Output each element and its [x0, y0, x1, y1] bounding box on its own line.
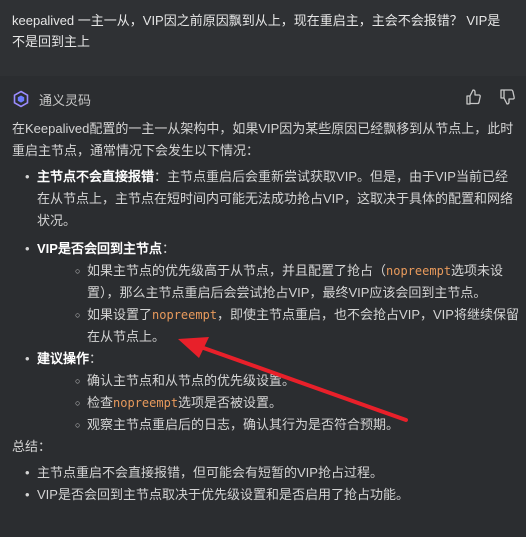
- sub-text: 选项是否被设置。: [178, 395, 283, 410]
- point-title: 建议操作: [37, 351, 90, 366]
- point-sep: ：: [89, 351, 103, 366]
- answer-intro: 在Keepalived配置的一主一从架构中，如果VIP因为某些原因已经飘移到从节…: [12, 121, 514, 158]
- point-master-no-error: 主节点不会直接报错：主节点重启后会重新尝试获取VIP。但是，由于VIP当前已经在…: [12, 166, 520, 232]
- point-title: 主节点不会直接报错: [37, 169, 155, 184]
- sub-point-check-priority: 确认主节点和从节点的优先级设置。: [37, 370, 520, 392]
- sub-text: 检查: [87, 395, 114, 410]
- code-nopreempt: nopreempt: [386, 264, 452, 278]
- sub-text: 如果设置了: [87, 307, 153, 322]
- point-vip-return: VIP是否会回到主节点： 如果主节点的优先级高于从节点，并且配置了抢占（nopr…: [12, 238, 520, 348]
- assistant-answer: 通义灵码 在Keepalived配置的一主一从架构中，如果VIP因为某些原因已经…: [0, 84, 526, 537]
- tongyi-logo-icon: [12, 90, 30, 108]
- thumbs-down-icon[interactable]: [498, 88, 516, 106]
- feedback-actions: [464, 88, 516, 106]
- summary-item: 主节点重启不会直接报错，但可能会有短暂的VIP抢占过程。: [12, 462, 520, 484]
- point-sep: ：: [154, 169, 168, 184]
- point-suggestions: 建议操作： 确认主节点和从节点的优先级设置。 检查nopreempt选项是否被设…: [12, 348, 520, 436]
- sub-point-check-nopreempt: 检查nopreempt选项是否被设置。: [37, 392, 520, 414]
- sub-point-check-logs: 观察主节点重启后的日志，确认其行为是否符合预期。: [37, 414, 520, 436]
- assistant-header: 通义灵码: [12, 88, 91, 110]
- assistant-name: 通义灵码: [39, 92, 92, 108]
- sub-point-nopreempt: 如果设置了nopreempt，即使主节点重启，也不会抢占VIP，VIP将继续保留…: [37, 304, 520, 348]
- summary-item: VIP是否会回到主节点取决于优先级设置和是否启用了抢占功能。: [12, 484, 520, 506]
- point-sep: ：: [161, 241, 175, 256]
- summary-label: 总结：: [12, 439, 52, 454]
- question-text: keepalived 一主一从，VIP因之前原因飘到从上，现在重启主，主会不会报…: [12, 13, 501, 49]
- answer-content: 在Keepalived配置的一主一从架构中，如果VIP因为某些原因已经飘移到从节…: [12, 118, 520, 506]
- thumbs-up-icon[interactable]: [464, 88, 482, 106]
- point-title: VIP是否会回到主节点: [37, 241, 162, 256]
- code-nopreempt: nopreempt: [152, 308, 218, 322]
- user-question: keepalived 一主一从，VIP因之前原因飘到从上，现在重启主，主会不会报…: [0, 0, 526, 76]
- sub-point-priority: 如果主节点的优先级高于从节点，并且配置了抢占（nopreempt选项未设置），那…: [37, 260, 520, 304]
- sub-text: 如果主节点的优先级高于从节点，并且配置了抢占（: [87, 263, 387, 278]
- code-nopreempt: nopreempt: [113, 396, 179, 410]
